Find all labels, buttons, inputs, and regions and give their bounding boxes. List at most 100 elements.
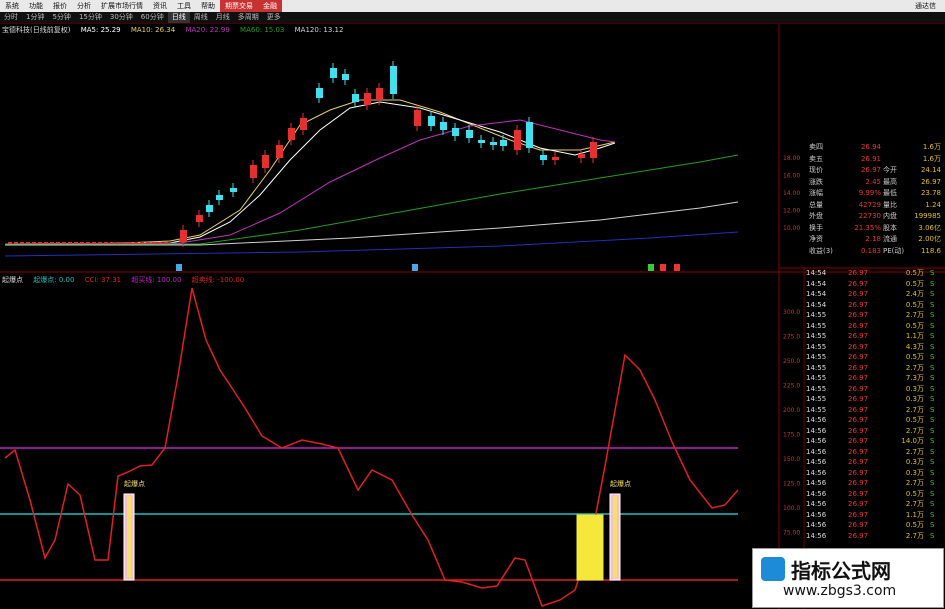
quote-cell: 卖五 — [809, 154, 823, 163]
trade-row[interactable]: 14:55 26.97 7.3万 S — [804, 373, 945, 384]
trade-row[interactable]: 14:54 26.97 0.5万 S — [804, 300, 945, 311]
trade-row[interactable]: 14:56 26.97 2.7万 S — [804, 447, 945, 458]
trade-row[interactable]: 14:56 26.97 2.7万 S — [804, 499, 945, 510]
trade-cell: 14:55 — [806, 395, 827, 403]
indicator-v4: 超卖线: -100.00 — [191, 276, 245, 284]
quote-row: 卖四 26.94 1.6万 — [779, 142, 945, 152]
trade-row[interactable]: 14:56 26.97 2.7万 S — [804, 426, 945, 437]
trade-cell: S — [930, 300, 935, 309]
candle — [300, 118, 307, 130]
trade-row[interactable]: 14:56 26.97 2.7万 S — [804, 531, 945, 542]
quote-cell: 股本 — [883, 223, 897, 232]
quote-cell: 23.78 — [920, 189, 941, 197]
candle-small — [20, 242, 24, 244]
trade-cell: S — [930, 269, 935, 277]
trade-cell: 26.97 — [848, 342, 869, 351]
indicator-v3: 超买线: 100.00 — [131, 276, 182, 284]
trade-row[interactable]: 14:56 26.97 1.1万 S — [804, 510, 945, 521]
cci-tick: 250.0 — [783, 358, 800, 365]
signal-marker — [660, 264, 666, 271]
quote-cell: 26.94 — [860, 143, 881, 151]
trade-row[interactable]: 14:55 26.97 2.7万 S — [804, 310, 945, 321]
signal-label: 起爆点 — [610, 479, 631, 488]
candle — [452, 128, 459, 136]
trade-row[interactable]: 14:55 26.97 2.7万 S — [804, 363, 945, 374]
trade-row[interactable]: 14:56 26.97 0.3万 S — [804, 468, 945, 479]
trade-cell: 2.7万 — [905, 447, 924, 456]
quote-cell: 0.183 — [860, 246, 881, 255]
trade-cell: 26.97 — [848, 489, 869, 498]
candle — [250, 165, 257, 178]
indicator-v1: 起爆点: 0.00 — [33, 276, 75, 284]
trade-cell: 4.3万 — [905, 342, 924, 351]
cci-tick: 225.0 — [783, 383, 800, 390]
indicator-name[interactable]: 起爆点 — [2, 276, 23, 284]
trade-row[interactable]: 14:56 26.97 0.5万 S — [804, 489, 945, 500]
candle — [552, 157, 559, 160]
trade-cell: S — [930, 479, 935, 487]
trade-cell: 2.7万 — [905, 363, 924, 372]
candle-small — [134, 242, 138, 244]
trade-row[interactable]: 14:55 26.97 0.3万 S — [804, 394, 945, 405]
trade-cell: 26.97 — [848, 321, 869, 330]
quote-cell: 今开 — [883, 166, 897, 174]
trade-cell: S — [930, 489, 935, 498]
trade-cell: 1.1万 — [905, 332, 924, 340]
trade-cell: 26.97 — [848, 384, 869, 393]
trade-cell: 26.97 — [848, 479, 869, 487]
quote-cell: 1.6万 — [922, 143, 941, 151]
trade-cell: 14:55 — [806, 342, 827, 351]
signal-marker — [674, 264, 680, 271]
trade-row[interactable]: 14:56 26.97 0.5万 S — [804, 520, 945, 531]
quote-cell: 净资 — [809, 235, 823, 243]
trade-row[interactable]: 14:54 26.97 0.5万 S — [804, 279, 945, 290]
trade-cell: 1.1万 — [905, 510, 924, 519]
trade-cell: 0.5万 — [905, 353, 924, 361]
trade-row[interactable]: 14:56 26.97 14.0万 S — [804, 436, 945, 447]
signal-bar-inner — [127, 496, 131, 578]
trade-cell: 0.3万 — [905, 384, 924, 393]
candle-small — [26, 242, 30, 244]
ma5-line — [4, 101, 616, 245]
quote-row: 现价 26.97 今开 24.14 — [779, 165, 945, 175]
trade-cell: 26.97 — [848, 531, 869, 540]
trade-cell: S — [930, 374, 935, 382]
trade-row[interactable]: 14:55 26.97 0.5万 S — [804, 321, 945, 332]
candle — [376, 88, 383, 100]
signal-marker — [176, 264, 182, 271]
quote-cell: 最低 — [883, 189, 897, 197]
trade-cell: 14:56 — [806, 531, 827, 540]
quote-row: 涨跌 2.45 最高 26.97 — [779, 177, 945, 187]
trade-cell: S — [930, 384, 935, 393]
candle — [428, 116, 435, 126]
quote-cell: 24.14 — [920, 166, 941, 174]
trade-row[interactable]: 14:56 26.97 0.5万 S — [804, 415, 945, 426]
candle — [352, 94, 359, 102]
cci-tick: 125.0 — [783, 481, 800, 488]
trade-row[interactable]: 14:55 26.97 1.1万 S — [804, 331, 945, 342]
trade-row[interactable]: 14:56 26.97 0.3万 S — [804, 457, 945, 468]
trade-cell: S — [930, 353, 935, 361]
trade-cell: S — [930, 332, 935, 340]
trade-cell: 26.97 — [848, 405, 869, 414]
trade-row[interactable]: 14:55 26.97 0.5万 S — [804, 352, 945, 363]
trade-cell: S — [930, 458, 935, 466]
quote-cell: 26.97 — [920, 177, 941, 186]
quote-cell: 26.97 — [860, 166, 881, 174]
trade-row[interactable]: 14:54 26.97 2.4万 S — [804, 289, 945, 300]
trade-cell: 26.97 — [848, 437, 869, 445]
quote-cell: 2.18 — [865, 235, 881, 243]
candle — [342, 74, 349, 80]
trade-ticks-list[interactable]: 14:54 26.97 0.5万 S 14:54 26.97 0.5万 S 14:54 26.97… — [804, 268, 945, 541]
trade-cell: S — [930, 510, 935, 519]
trade-row[interactable]: 14:55 26.97 0.3万 S — [804, 384, 945, 395]
trade-row[interactable]: 14:55 26.97 2.7万 S — [804, 405, 945, 416]
trade-row[interactable]: 14:54 26.97 0.5万 S — [804, 268, 945, 279]
ma5-value: MA5: 25.29 — [80, 26, 121, 34]
trade-row[interactable]: 14:56 26.97 2.7万 S — [804, 478, 945, 489]
candle — [440, 122, 447, 130]
trade-cell: 14:55 — [806, 405, 827, 414]
candle — [316, 88, 323, 98]
candle — [490, 142, 497, 145]
trade-row[interactable]: 14:55 26.97 4.3万 S — [804, 342, 945, 353]
